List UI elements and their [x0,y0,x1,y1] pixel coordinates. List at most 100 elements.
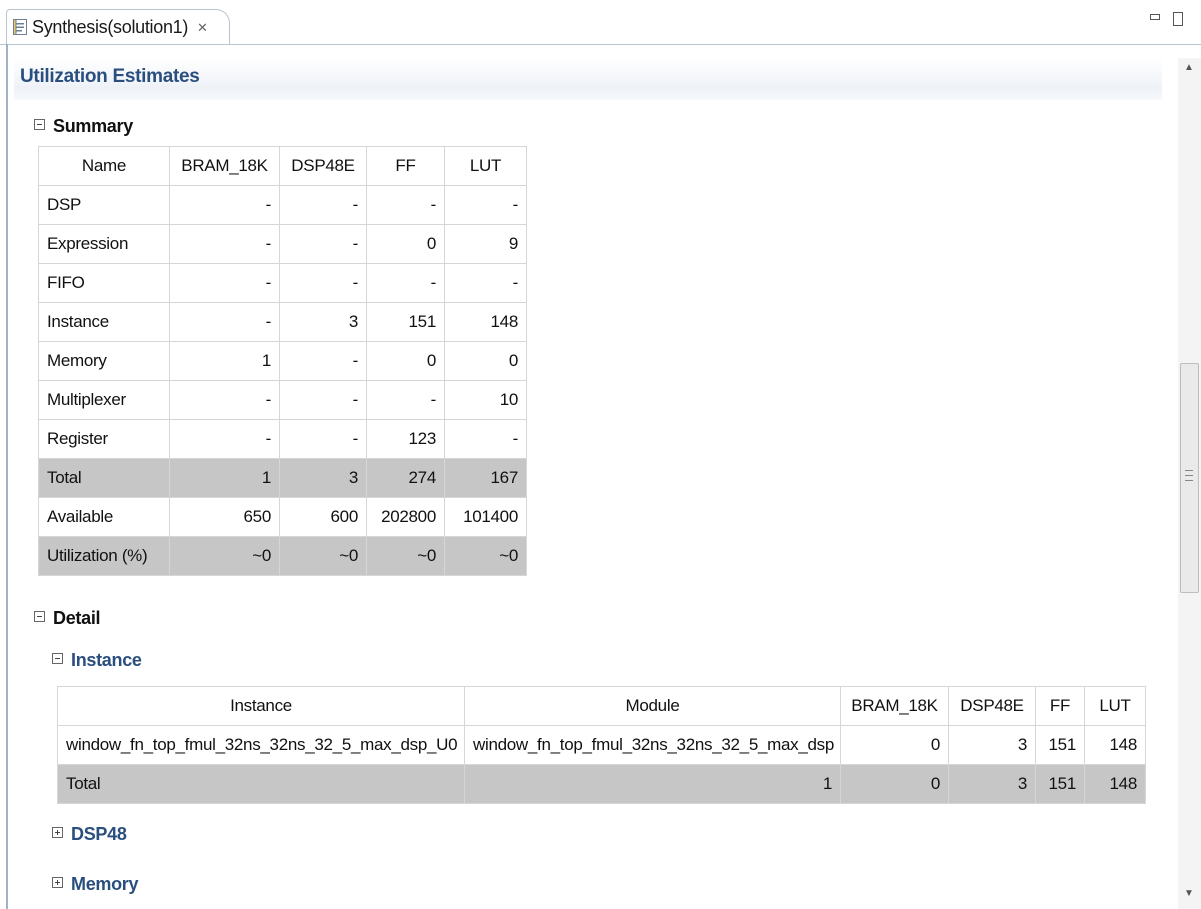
row-label: Utilization (%) [38,536,170,576]
expand-icon[interactable] [52,827,63,838]
instance-section-toggle[interactable]: Instance [52,650,142,671]
editor-frame-border [6,44,8,909]
table-cell: 148 [1084,764,1146,804]
row-label: DSP [38,185,170,225]
table-cell: - [169,380,280,420]
detail-section-toggle[interactable]: Detail [34,608,101,629]
column-header: Name [38,146,170,186]
table-cell: - [279,263,367,303]
summary-header-row: Name BRAM_18K DSP48E FF LUT [38,146,527,186]
table-cell: 274 [366,458,445,498]
instance-detail-table: Instance Module BRAM_18K DSP48E FF LUT window… [57,686,1146,804]
scroll-up-icon[interactable]: ▲ [1184,62,1194,73]
table-cell: - [169,419,280,459]
table-cell: 1 [169,458,280,498]
scroll-down-icon[interactable]: ▼ [1184,888,1194,899]
table-cell: - [279,341,367,381]
column-header: LUT [444,146,527,186]
table-cell: - [279,224,367,264]
table-cell: - [444,263,527,303]
table-cell: 1 [169,341,280,381]
memory-section-toggle[interactable]: Memory [52,874,139,895]
maximize-icon[interactable] [1173,12,1183,26]
table-cell: 10 [444,380,527,420]
table-cell: - [279,380,367,420]
minimize-icon[interactable] [1150,14,1160,20]
table-cell: 123 [366,419,445,459]
table-cell: 3 [279,302,367,342]
column-header: LUT [1084,686,1146,726]
table-cell: 167 [444,458,527,498]
table-cell: - [444,185,527,225]
row-label: Expression [38,224,170,264]
table-cell: 148 [1084,725,1146,765]
page-title: Utilization Estimates [20,66,200,87]
table-cell: - [279,185,367,225]
row-label: Available [38,497,170,537]
expand-icon[interactable] [52,877,63,888]
column-header: Module [464,686,841,726]
table-cell: 9 [444,224,527,264]
grip-icon [1185,470,1193,481]
table-cell: window_fn_top_fmul_32ns_32ns_32_5_max_ds… [464,725,841,765]
summary-section-toggle[interactable]: Summary [34,116,133,137]
table-row: Expression - -0 9 [38,224,527,264]
table-cell: 151 [1035,725,1085,765]
row-label: Multiplexer [38,380,170,420]
table-cell: - [169,302,280,342]
column-header: Instance [57,686,465,726]
collapse-icon[interactable] [52,653,63,664]
memory-heading: Memory [71,874,139,894]
table-cell: 650 [169,497,280,537]
table-row: Total 1 3 274 167 [38,458,527,498]
table-row: Available 650 600 202800 101400 [38,497,527,537]
table-cell: - [279,419,367,459]
row-label: Memory [38,341,170,381]
table-cell: - [169,224,280,264]
detail-heading: Detail [53,608,101,628]
collapse-icon[interactable] [34,119,45,130]
table-cell: 202800 [366,497,445,537]
table-row: Register - -123- [38,419,527,459]
table-row: Instance -3 151 148 [38,302,527,342]
column-header: DSP48E [948,686,1036,726]
table-cell: 101400 [444,497,527,537]
table-row: Multiplexer - - -10 [38,380,527,420]
tab-synthesis[interactable]: Synthesis(solution1) ✕ [6,9,230,44]
table-cell: - [169,185,280,225]
dsp48-section-toggle[interactable]: DSP48 [52,824,127,845]
table-cell: 0 [840,725,949,765]
table-cell: 3 [948,764,1036,804]
tab-title: Synthesis(solution1) [32,17,189,37]
row-label: Register [38,419,170,459]
column-header: FF [1035,686,1085,726]
report-icon [13,19,27,35]
table-cell: - [444,419,527,459]
close-icon[interactable]: ✕ [197,20,208,36]
table-row: window_fn_top_fmul_32ns_32ns_32_5_max_ds… [57,725,1146,765]
summary-table: Name BRAM_18K DSP48E FF LUT DSP - - - - Expressio… [38,146,527,576]
table-cell: 148 [444,302,527,342]
table-cell: ~0 [444,536,527,576]
table-cell: 151 [366,302,445,342]
table-cell: ~0 [279,536,367,576]
column-header: DSP48E [279,146,367,186]
instance-header-row: Instance Module BRAM_18K DSP48E FF LUT [57,686,1146,726]
column-header: BRAM_18K [840,686,949,726]
table-cell: ~0 [366,536,445,576]
row-label: Total [38,458,170,498]
row-label: FIFO [38,263,170,303]
table-cell: 1 [464,764,841,804]
table-cell: 0 [444,341,527,381]
table-row: Total 1 0 3 151 148 [57,764,1146,804]
table-cell: 0 [366,341,445,381]
table-cell: - [366,263,445,303]
table-cell: 3 [279,458,367,498]
collapse-icon[interactable] [34,611,45,622]
row-label: window_fn_top_fmul_32ns_32ns_32_5_max_ds… [57,725,465,765]
instance-heading: Instance [71,650,142,670]
table-cell: - [366,380,445,420]
table-cell: ~0 [169,536,280,576]
table-cell: 3 [948,725,1036,765]
table-cell: 151 [1035,764,1085,804]
